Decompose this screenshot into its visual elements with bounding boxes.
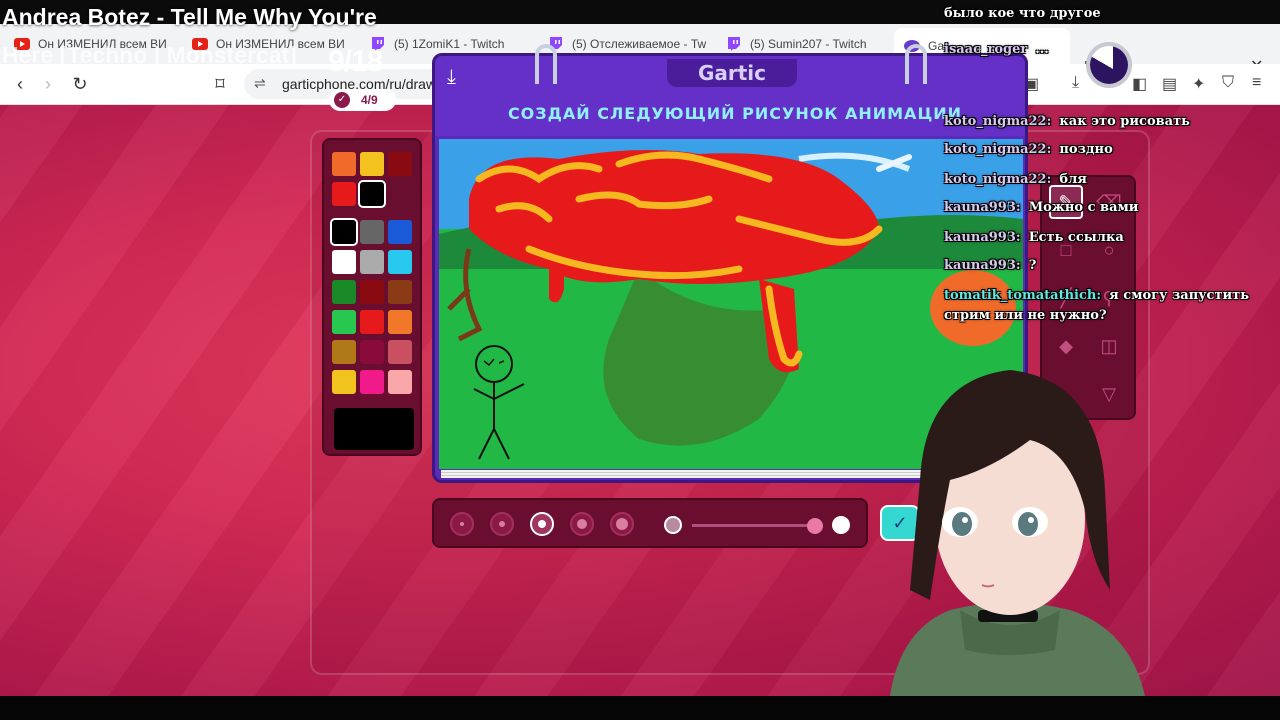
chat-message: kauna993:?: [944, 258, 1036, 273]
check-icon: ✓: [334, 92, 350, 108]
tab-label: (5) 1ZomiK1 - Twitch: [394, 37, 505, 51]
chat-message: isaac_roger...: [944, 42, 1049, 57]
chat-message: kauna993: Можно с вами: [944, 200, 1138, 215]
color-swatch[interactable]: [330, 218, 358, 246]
chat-message: стрим или не нужно?: [944, 308, 1107, 323]
chat-text: бля: [1059, 172, 1087, 187]
color-swatch[interactable]: [332, 152, 356, 176]
opacity-slider-handle[interactable]: [807, 518, 823, 534]
color-swatch[interactable]: [360, 370, 384, 394]
chat-username: kauna993:: [944, 200, 1021, 215]
color-swatch[interactable]: [388, 280, 412, 304]
chat-message: tomatik_tomatathich: я смогу запустить: [944, 288, 1249, 303]
color-swatch[interactable]: [332, 340, 356, 364]
current-color-preview[interactable]: [334, 408, 414, 450]
color-swatch[interactable]: [360, 250, 384, 274]
avatar-drawing: [890, 370, 1145, 696]
chat-text: ?: [1028, 258, 1037, 273]
opacity-track: [692, 524, 822, 527]
color-swatch[interactable]: [388, 152, 412, 176]
chat-username: koto_nigma22:: [944, 172, 1052, 187]
notebook-ring: [535, 44, 557, 84]
chat-text: как это рисовать: [1059, 114, 1190, 129]
chat-username: koto_nigma22:: [944, 114, 1052, 129]
chat-message: было кое что другое: [944, 6, 1101, 21]
color-swatch[interactable]: [332, 310, 356, 334]
tab-label: (5) Отслеживаемое - Tw: [572, 37, 707, 51]
notebook-ring: [905, 44, 927, 84]
players-done-count: 4/9: [361, 93, 378, 107]
color-swatch[interactable]: [332, 280, 356, 304]
stream-song-title: Andrea Botez - Tell Me Why You're: [2, 4, 377, 30]
brush-size-dot: [577, 519, 587, 529]
color-swatch[interactable]: [332, 182, 356, 206]
color-swatch[interactable]: [388, 220, 412, 244]
vtuber-avatar: [870, 360, 1150, 696]
color-palette: [322, 138, 422, 456]
chat-text: было кое что другое: [944, 6, 1101, 21]
chat-username: koto_nigma22:: [944, 142, 1052, 157]
color-swatch[interactable]: [388, 250, 412, 274]
brush-size-option[interactable]: [490, 512, 514, 536]
color-swatch[interactable]: [360, 152, 384, 176]
bookmark-icon[interactable]: ⌑: [208, 72, 232, 96]
fill-tool-icon[interactable]: ◆: [1049, 329, 1083, 363]
layers-tool-icon[interactable]: ◫: [1092, 329, 1126, 363]
chat-username: kauna993:: [944, 258, 1021, 273]
tab-label: (5) Sumin207 - Twitch: [750, 37, 867, 51]
color-swatch[interactable]: [388, 340, 412, 364]
stream-song-title-line2: Here [Techno | Monstercat]: [2, 42, 297, 68]
brush-size-option[interactable]: [570, 512, 594, 536]
brush-size-option[interactable]: [450, 512, 474, 536]
stream-bottom-strip: [0, 696, 1280, 720]
chat-message: koto_nigma22: бля: [944, 172, 1087, 187]
color-swatch[interactable]: [388, 310, 412, 334]
chat-username: tomatik_tomatathich:: [944, 288, 1102, 303]
chat-message: koto_nigma22: как это рисовать: [944, 114, 1190, 129]
color-swatch[interactable]: [360, 310, 384, 334]
chat-message: koto_nigma22: поздно: [944, 142, 1113, 157]
chat-text: я смогу запустить: [1109, 288, 1250, 303]
players-done-badge: ✓ 4/9: [329, 89, 396, 111]
brush-size-dot: [460, 522, 464, 526]
chat-text: ...: [1035, 42, 1049, 57]
forward-icon[interactable]: ›: [36, 72, 60, 96]
chat-text: Есть ссылка: [1028, 230, 1124, 245]
color-swatch[interactable]: [332, 250, 356, 274]
brush-size-dot: [538, 520, 546, 528]
reload-icon[interactable]: ↻: [68, 72, 92, 96]
back-icon[interactable]: ‹: [8, 72, 32, 96]
brush-size-dot: [616, 518, 628, 530]
chat-message: kauna993: Есть ссылка: [944, 230, 1124, 245]
brush-size-option[interactable]: [610, 512, 634, 536]
brush-size-dot: [499, 521, 505, 527]
site-info-icon[interactable]: ⇌: [254, 75, 266, 92]
download-drawing-icon[interactable]: ⤓: [447, 66, 456, 89]
stream-chat-overlay: было кое что другое isaac_roger... koto_ni…: [940, 0, 1280, 330]
opacity-min-icon: [664, 516, 682, 534]
chat-text: поздно: [1059, 142, 1113, 157]
brush-toolbar: [432, 498, 868, 548]
brush-size-option[interactable]: [530, 512, 554, 536]
color-swatch[interactable]: [358, 180, 386, 208]
chat-text: стрим или не нужно?: [944, 308, 1107, 323]
color-swatch[interactable]: [360, 280, 384, 304]
color-swatch[interactable]: [388, 370, 412, 394]
prompt-text: СОЗДАЙ СЛЕДУЮЩИЙ РИСУНОК АНИМАЦИИ: [507, 104, 963, 123]
chat-username: isaac_roger: [944, 42, 1028, 57]
color-swatch[interactable]: [332, 370, 356, 394]
color-swatch[interactable]: [360, 340, 384, 364]
opacity-max-icon: [832, 516, 850, 534]
color-swatch[interactable]: [360, 220, 384, 244]
twitch-icon: [726, 37, 742, 51]
chat-text: Можно с вами: [1028, 200, 1139, 215]
gartic-logo: Gartic: [667, 59, 797, 87]
round-counter: 9/18: [328, 45, 383, 78]
chat-username: kauna993:: [944, 230, 1021, 245]
